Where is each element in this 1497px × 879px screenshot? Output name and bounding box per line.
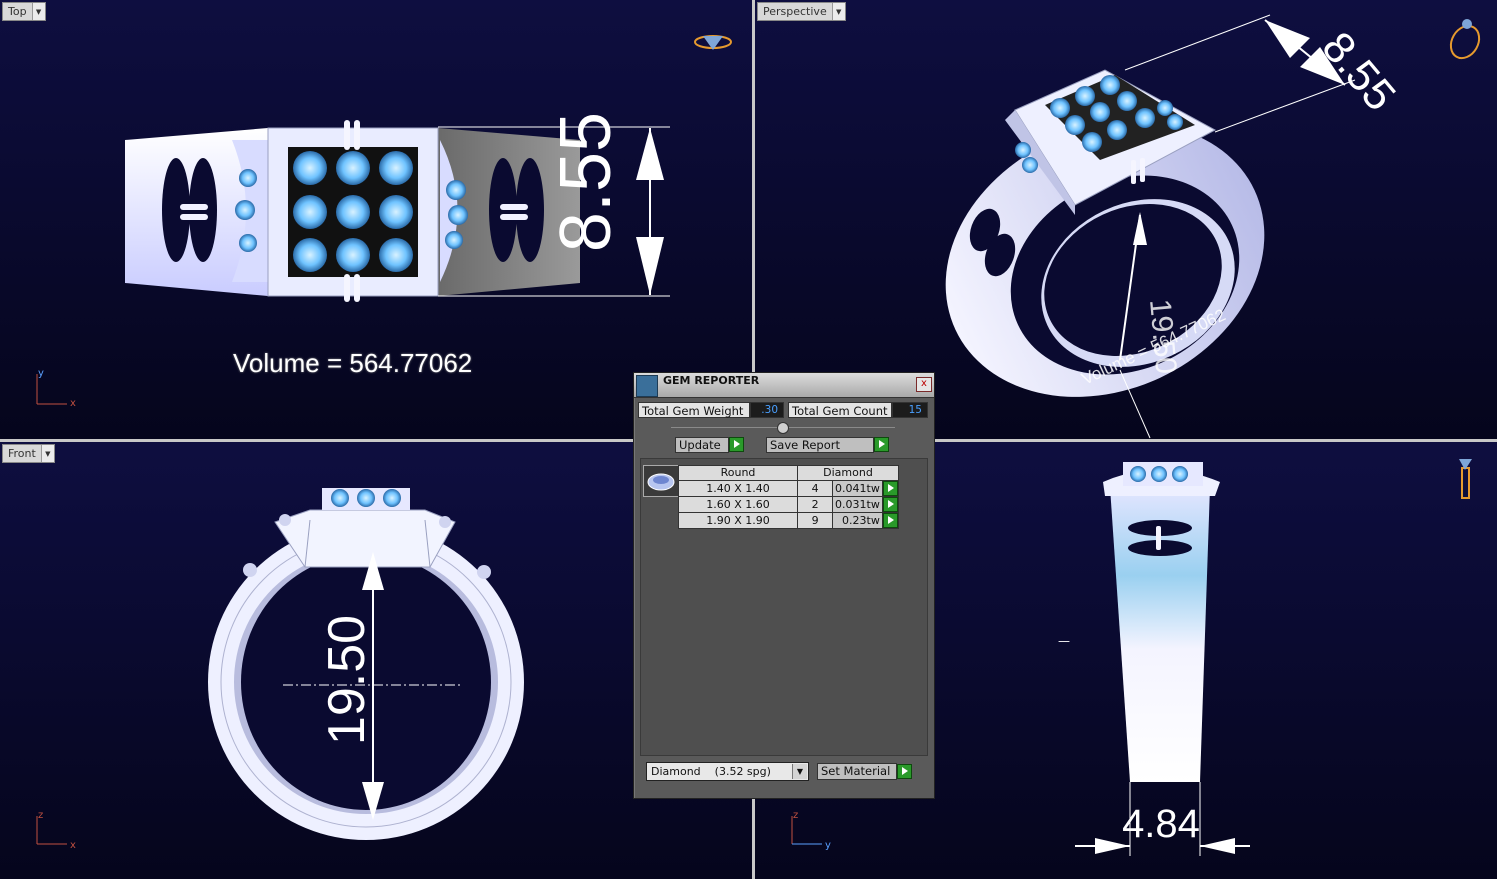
svg-text:z: z: [38, 810, 43, 821]
dialog-title-bar[interactable]: GEM REPORTER x: [634, 373, 934, 398]
svg-text:x: x: [70, 840, 76, 851]
svg-text:y: y: [38, 368, 44, 379]
column-header-shape: Round: [678, 465, 798, 481]
gem-reporter-icon: [636, 375, 658, 397]
set-material-go-icon[interactable]: [897, 764, 912, 779]
table-row[interactable]: 1.60 X 1.60 2 0.031tw: [678, 496, 900, 513]
total-gem-count-value: 15: [892, 402, 928, 418]
svg-text:z: z: [793, 810, 798, 821]
set-material-button[interactable]: Set Material: [817, 763, 897, 780]
viewport-front-label: Front: [8, 447, 36, 460]
material-select[interactable]: Diamond (3.52 spg) ▼: [646, 762, 809, 781]
svg-text:x: x: [70, 398, 76, 409]
viewport-perspective-label: Perspective: [763, 5, 827, 18]
update-go-icon[interactable]: [729, 437, 744, 452]
splitter-handle[interactable]: [777, 422, 789, 434]
gem-reporter-dialog[interactable]: GEM REPORTER x Total Gem Weight .30 Tota…: [633, 372, 935, 799]
svg-text:y: y: [825, 840, 831, 851]
total-gem-count-label: Total Gem Count: [788, 402, 892, 418]
row-go-icon[interactable]: [881, 512, 900, 529]
chevron-down-icon[interactable]: ▼: [792, 764, 807, 779]
dimension-label: 19.50: [318, 615, 376, 745]
dialog-title: GEM REPORTER: [663, 374, 760, 387]
chevron-down-icon[interactable]: ▼: [831, 3, 845, 20]
total-gem-weight-value: .30: [750, 402, 784, 418]
save-report-go-icon[interactable]: [874, 437, 889, 452]
viewport-top-label: Top: [8, 5, 27, 18]
close-button[interactable]: x: [916, 377, 932, 392]
viewport-front-menu[interactable]: Front ▼: [2, 444, 55, 463]
table-row[interactable]: 1.40 X 1.40 4 0.041tw: [678, 480, 900, 497]
update-button[interactable]: Update: [675, 437, 729, 453]
gem-table: Round Diamond 1.40 X 1.40 4 0.041tw 1.60…: [678, 465, 900, 529]
svg-text:—: —: [1058, 634, 1070, 648]
chevron-down-icon[interactable]: ▼: [31, 3, 45, 20]
save-report-button[interactable]: Save Report: [766, 437, 874, 453]
volume-readout: Volume = 564.77062: [233, 348, 473, 378]
dimension-label: 4.84: [1122, 802, 1200, 846]
column-header-material: Diamond: [797, 465, 899, 481]
viewport-perspective-menu[interactable]: Perspective ▼: [757, 2, 846, 21]
round-gem-icon[interactable]: [643, 465, 679, 497]
viewport-top-menu[interactable]: Top ▼: [2, 2, 46, 21]
table-row[interactable]: 1.90 X 1.90 9 0.23tw: [678, 512, 900, 529]
dimension-label: 8.55: [546, 112, 626, 252]
total-gem-weight-label: Total Gem Weight: [638, 402, 750, 418]
row-go-icon[interactable]: [881, 496, 900, 513]
chevron-down-icon[interactable]: ▼: [40, 445, 54, 462]
row-go-icon[interactable]: [881, 480, 900, 497]
